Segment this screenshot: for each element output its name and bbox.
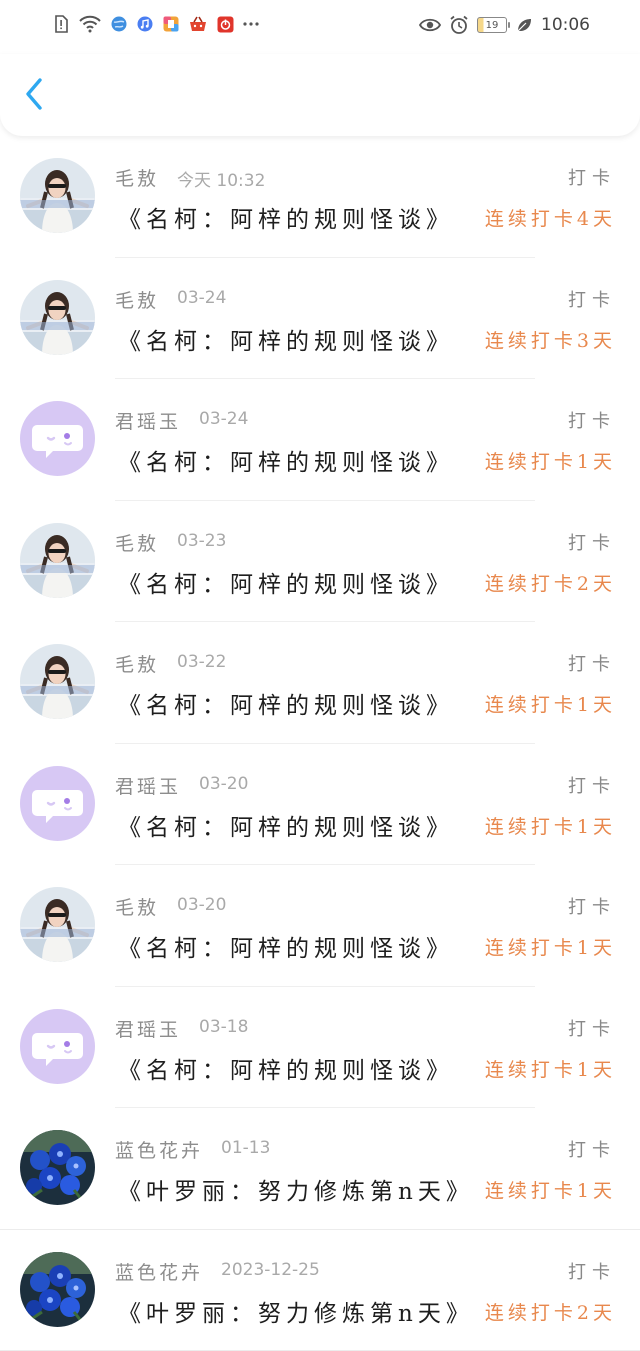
user-avatar[interactable] (20, 522, 95, 598)
book-title[interactable]: 《名柯：阿梓的规则怪谈》 (118, 929, 454, 963)
post-time: 03-18 (199, 1016, 249, 1037)
user-avatar[interactable] (20, 279, 95, 355)
book-title[interactable]: 《名柯：阿梓的规则怪谈》 (118, 1051, 454, 1085)
streak-count: 连续打卡1天 (484, 1058, 616, 1081)
streak-count: 连续打卡1天 (484, 937, 616, 959)
checkin-record-item[interactable]: 君瑶玉 03-24 打卡《名柯：阿梓的规则怪谈》 连续打卡1天 (0, 379, 640, 501)
alarm-icon (449, 15, 469, 34)
user-name[interactable]: 毛敖 (115, 650, 159, 677)
checkin-label: 打卡 (568, 897, 616, 918)
post-time: 03-22 (177, 652, 227, 672)
book-title[interactable]: 《名柯：阿梓的规则怪谈》 (118, 443, 454, 477)
book-title[interactable]: 《名柯：阿梓的规则怪谈》 (118, 322, 454, 356)
alert-icon (52, 15, 70, 33)
user-name[interactable]: 蓝色花卉 (115, 1136, 203, 1163)
user-name[interactable]: 君瑶玉 (115, 1015, 181, 1042)
checkin-record-item[interactable]: 蓝色花卉 2023-12-25 打卡《叶罗丽：努力修炼第n天》 连续打卡2天 (0, 1230, 640, 1351)
user-name[interactable]: 君瑶玉 (115, 407, 181, 434)
checkin-label: 打卡 (568, 168, 616, 189)
post-time: 03-20 (177, 895, 227, 915)
user-name[interactable]: 毛敖 (115, 529, 159, 556)
user-name[interactable]: 蓝色花卉 (115, 1258, 203, 1285)
wifi-icon (78, 15, 102, 33)
leaf-icon (515, 16, 533, 34)
streak-count: 连续打卡4天 (484, 208, 616, 230)
more-dots-icon (242, 15, 260, 33)
streak-count: 连续打卡2天 (484, 572, 616, 595)
book-title[interactable]: 《叶罗丽：努力修炼第n天》 (118, 1294, 474, 1328)
status-right-icons: 19 10:06 (419, 15, 590, 35)
user-avatar[interactable] (20, 1251, 95, 1327)
music-app-icon (136, 15, 154, 33)
checkin-label: 打卡 (568, 1261, 616, 1283)
user-avatar[interactable] (20, 401, 95, 476)
checkin-label: 打卡 (568, 1140, 616, 1161)
streak-count: 连续打卡1天 (484, 694, 616, 716)
streak-count: 连续打卡3天 (484, 329, 616, 352)
user-name[interactable]: 毛敖 (115, 164, 159, 191)
user-avatar[interactable] (20, 644, 95, 719)
checkin-label: 打卡 (568, 1018, 616, 1040)
basket-app-icon (188, 15, 208, 33)
post-time: 03-24 (177, 287, 227, 308)
user-avatar[interactable] (20, 765, 95, 841)
book-title[interactable]: 《名柯：阿梓的规则怪谈》 (118, 808, 454, 842)
post-time: 01-13 (221, 1138, 271, 1158)
checkin-record-item[interactable]: 蓝色花卉 01-13 打卡《叶罗丽：努力修炼第n天》 连续打卡1天 (0, 1108, 640, 1230)
user-name[interactable]: 君瑶玉 (115, 772, 181, 799)
user-avatar[interactable] (20, 1130, 95, 1205)
battery-icon: 19 (477, 17, 510, 33)
checkin-label: 打卡 (568, 411, 616, 432)
checkin-label: 打卡 (568, 532, 616, 554)
post-time: 03-20 (199, 773, 249, 794)
streak-count: 连续打卡1天 (484, 451, 616, 473)
checkin-records-page: 19 10:06 毛敖 今天 10:32 打卡 《名柯：阿梓的规则怪谈》 连续打卡4天毛… (0, 0, 640, 1351)
user-name[interactable]: 毛敖 (115, 893, 159, 920)
checkin-record-item[interactable]: 毛敖 今天 10:32 打卡《名柯：阿梓的规则怪谈》 连续打卡4天 (0, 136, 640, 258)
user-name[interactable]: 毛敖 (115, 286, 159, 313)
status-time: 10:06 (541, 15, 590, 35)
post-time: 03-23 (177, 530, 227, 551)
back-button[interactable] (14, 76, 54, 116)
nav-bar (0, 54, 640, 136)
book-title[interactable]: 《叶罗丽：努力修炼第n天》 (118, 1172, 474, 1206)
netease-music-icon (216, 15, 234, 33)
checkin-record-item[interactable]: 毛敖 03-23 打卡《名柯：阿梓的规则怪谈》 连续打卡2天 (0, 501, 640, 622)
globe-app-icon (110, 15, 128, 33)
streak-count: 连续打卡2天 (484, 1301, 616, 1324)
streak-count: 连续打卡1天 (484, 1180, 616, 1202)
checkin-record-item[interactable]: 毛敖 03-20 打卡《名柯：阿梓的规则怪谈》 连续打卡1天 (0, 865, 640, 987)
checkin-record-item[interactable]: 毛敖 03-24 打卡《名柯：阿梓的规则怪谈》 连续打卡3天 (0, 258, 640, 379)
user-avatar[interactable] (20, 1008, 95, 1084)
checkin-label: 打卡 (568, 654, 616, 675)
post-time: 03-24 (199, 409, 249, 429)
user-avatar[interactable] (20, 158, 95, 233)
status-left-icons (52, 15, 260, 33)
post-time: 今天 10:32 (177, 171, 266, 191)
post-time: 2023-12-25 (221, 1259, 320, 1280)
streak-count: 连续打卡1天 (484, 815, 616, 838)
book-title[interactable]: 《名柯：阿梓的规则怪谈》 (118, 565, 454, 599)
checkin-record-item[interactable]: 君瑶玉 03-18 打卡《名柯：阿梓的规则怪谈》 连续打卡1天 (0, 987, 640, 1108)
status-bar: 19 10:06 (0, 0, 640, 54)
checkin-record-list: 毛敖 今天 10:32 打卡 《名柯：阿梓的规则怪谈》 连续打卡4天 毛敖 03-24 打卡《… (0, 136, 640, 1351)
checkin-label: 打卡 (568, 775, 616, 797)
checkin-record-item[interactable]: 君瑶玉 03-20 打卡《名柯：阿梓的规则怪谈》 连续打卡1天 (0, 744, 640, 865)
user-avatar[interactable] (20, 887, 95, 962)
book-title[interactable]: 《名柯：阿梓的规则怪谈》 (118, 200, 454, 234)
book-title[interactable]: 《名柯：阿梓的规则怪谈》 (118, 686, 454, 720)
checkin-label: 打卡 (568, 289, 616, 311)
app-icon (162, 15, 180, 33)
checkin-record-item[interactable]: 毛敖 03-22 打卡《名柯：阿梓的规则怪谈》 连续打卡1天 (0, 622, 640, 744)
chevron-left-icon (23, 77, 45, 115)
eye-icon (419, 16, 441, 34)
